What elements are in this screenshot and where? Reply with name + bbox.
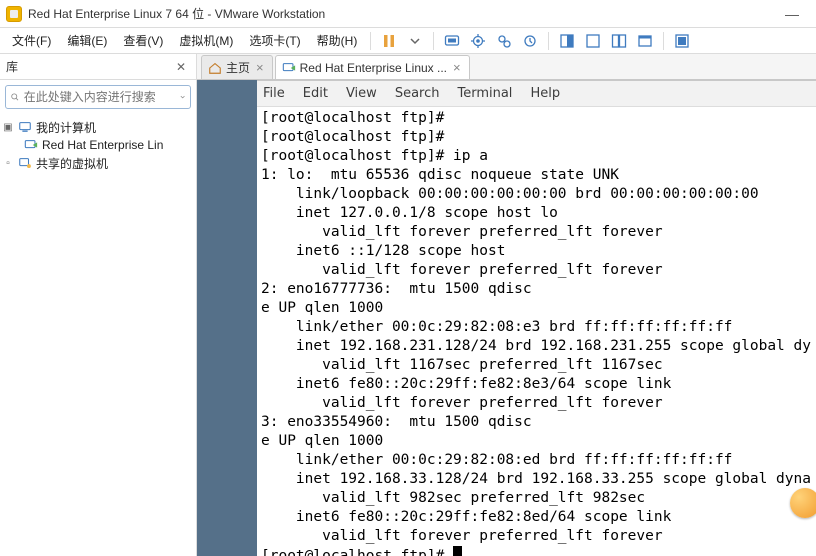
vmware-app-icon <box>6 6 22 22</box>
expand-icon[interactable]: ▫ <box>2 158 14 169</box>
menu-vm[interactable]: 虚拟机(M) <box>171 28 241 54</box>
window-title: Red Hat Enterprise Linux 7 64 位 - VMware… <box>28 5 325 22</box>
search-icon <box>10 89 20 105</box>
library-sidebar: 库 ✕ ▣ 我的计算机 Red Hat Enterprise Lin ▫ 共享的… <box>0 54 197 556</box>
separator <box>370 32 371 50</box>
title-bar: Red Hat Enterprise Linux 7 64 位 - VMware… <box>0 0 816 28</box>
snapshot-manage-icon[interactable] <box>492 29 516 53</box>
vm-console-area: 主页 × Red Hat Enterprise Linux ... × File… <box>197 54 816 556</box>
term-menu-help[interactable]: Help <box>530 86 560 101</box>
menu-view[interactable]: 查看(V) <box>115 28 171 54</box>
guest-desktop-background <box>197 80 257 556</box>
tree-root-label: 我的计算机 <box>36 119 96 136</box>
vm-tab-icon <box>282 61 296 75</box>
menu-help[interactable]: 帮助(H) <box>309 28 366 54</box>
term-menu-terminal[interactable]: Terminal <box>457 86 512 101</box>
tree-root-my-computer[interactable]: ▣ 我的计算机 <box>2 118 194 136</box>
stretch-guest-icon[interactable] <box>581 29 605 53</box>
unity-icon[interactable] <box>607 29 631 53</box>
library-search[interactable] <box>5 85 191 109</box>
term-menu-edit[interactable]: Edit <box>303 86 328 101</box>
floating-hint-bubble-icon[interactable] <box>790 488 816 518</box>
tab-close-icon[interactable]: × <box>256 60 264 75</box>
close-panel-icon[interactable]: ✕ <box>172 60 190 74</box>
vm-running-icon <box>23 137 39 153</box>
menu-edit[interactable]: 编辑(E) <box>59 28 115 54</box>
tree-vm-rhel[interactable]: Red Hat Enterprise Lin <box>2 136 194 154</box>
tab-close-icon[interactable]: × <box>453 60 461 75</box>
home-icon <box>208 61 222 75</box>
tree-shared-label: 共享的虚拟机 <box>36 155 108 172</box>
term-menu-file[interactable]: File <box>263 86 285 101</box>
tree-vm-label: Red Hat Enterprise Lin <box>42 138 163 152</box>
pause-icon[interactable] <box>377 29 401 53</box>
computer-icon <box>17 119 33 135</box>
library-search-input[interactable] <box>24 90 179 104</box>
snapshot-revert-icon[interactable] <box>518 29 542 53</box>
gnome-terminal-window: File Edit View Search Terminal Help [roo… <box>257 80 816 556</box>
term-menu-search[interactable]: Search <box>395 86 440 101</box>
dropdown-icon[interactable] <box>403 29 427 53</box>
menu-file[interactable]: 文件(F) <box>4 28 59 54</box>
tab-home[interactable]: 主页 × <box>201 55 273 79</box>
shared-vm-icon <box>17 155 33 171</box>
tab-vm-rhel[interactable]: Red Hat Enterprise Linux ... × <box>275 55 470 79</box>
library-panel-title: 库 <box>6 58 172 75</box>
library-tree: ▣ 我的计算机 Red Hat Enterprise Lin ▫ 共享的虚拟机 <box>0 114 196 176</box>
tree-shared-vms[interactable]: ▫ 共享的虚拟机 <box>2 154 194 172</box>
separator <box>433 32 434 50</box>
terminal-menu-bar: File Edit View Search Terminal Help <box>257 81 816 107</box>
tab-home-label: 主页 <box>226 59 250 76</box>
console-view-icon[interactable] <box>670 29 694 53</box>
snapshot-icon[interactable] <box>466 29 490 53</box>
separator <box>548 32 549 50</box>
fullscreen-icon[interactable] <box>633 29 657 53</box>
menu-tabs[interactable]: 选项卡(T) <box>241 28 308 54</box>
terminal-output[interactable]: [root@localhost ftp]# [root@localhost ft… <box>257 107 816 556</box>
term-menu-view[interactable]: View <box>346 86 377 101</box>
collapse-icon[interactable]: ▣ <box>2 122 14 133</box>
fit-guest-icon[interactable] <box>555 29 579 53</box>
minimize-button[interactable]: — <box>774 2 810 26</box>
send-ctrl-alt-del-icon[interactable] <box>440 29 464 53</box>
menu-bar: 文件(F) 编辑(E) 查看(V) 虚拟机(M) 选项卡(T) 帮助(H) <box>0 28 816 54</box>
search-dropdown-icon[interactable] <box>179 91 186 103</box>
separator <box>663 32 664 50</box>
document-tab-strip: 主页 × Red Hat Enterprise Linux ... × <box>197 54 816 80</box>
tab-vm-label: Red Hat Enterprise Linux ... <box>300 61 447 75</box>
